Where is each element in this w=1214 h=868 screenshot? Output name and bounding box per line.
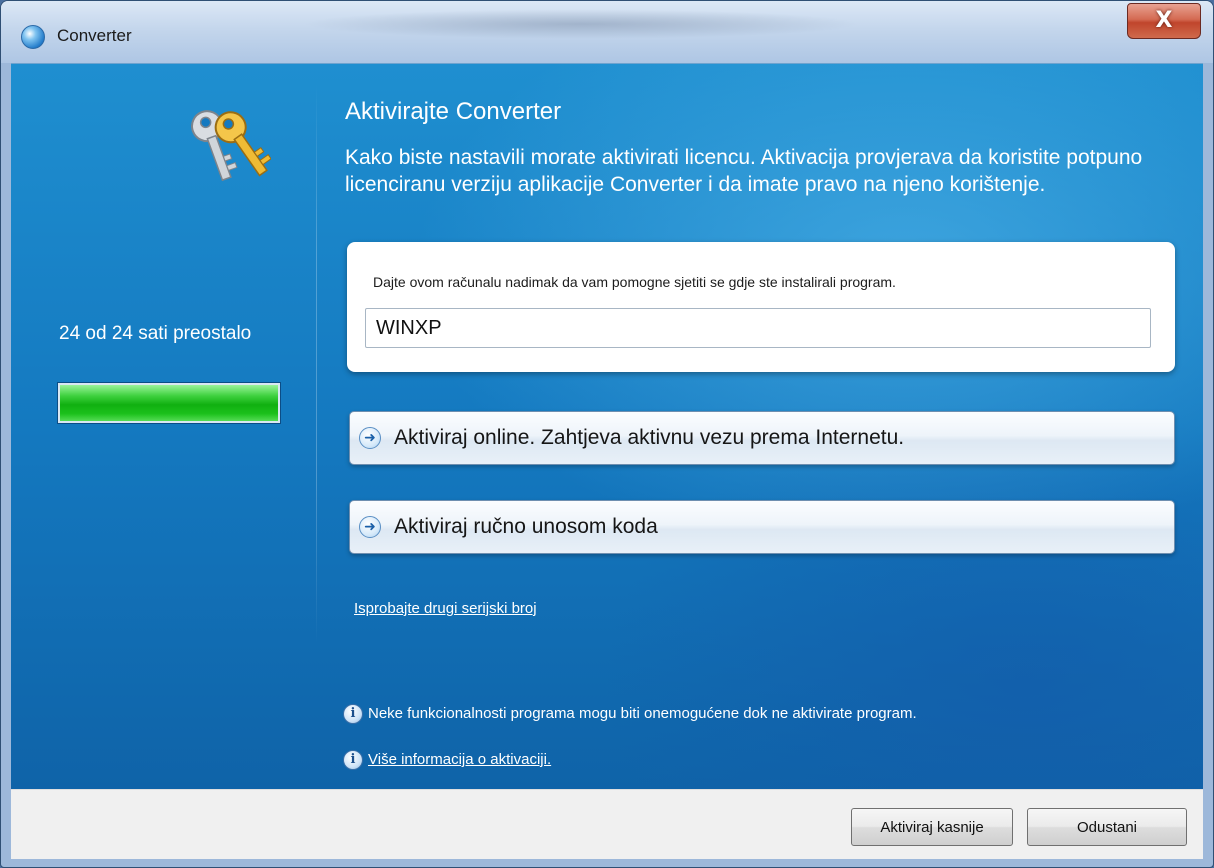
activate-manual-button[interactable]: ➜ Aktiviraj ručno unosom koda [349, 500, 1175, 554]
progress-fill [60, 385, 278, 421]
activate-manual-label: Aktiviraj ručno unosom koda [394, 515, 658, 538]
window-title: Converter [57, 26, 132, 45]
sidebar-divider [316, 84, 317, 644]
nickname-label: Dajte ovom računalu nadimak da vam pomog… [373, 274, 896, 290]
activation-panel: 24 od 24 sati preostalo Aktivirajte Conv… [11, 63, 1203, 789]
close-button[interactable]: X [1127, 3, 1201, 39]
keys-icon [191, 110, 271, 182]
more-info-link[interactable]: Više informacija o aktivaciji. [368, 751, 551, 768]
more-info-row: i Više informacija o aktivaciji. [343, 750, 551, 770]
arrow-right-icon: ➜ [359, 427, 381, 449]
nickname-card: Dajte ovom računalu nadimak da vam pomog… [347, 242, 1175, 372]
activate-later-button[interactable]: Aktiviraj kasnije [851, 808, 1013, 846]
nickname-input[interactable] [365, 308, 1151, 348]
activation-description: Kako biste nastavili morate aktivirati l… [345, 146, 1143, 196]
try-other-serial-link[interactable]: Isprobajte drugi serijski broj [354, 600, 537, 617]
activate-online-button[interactable]: ➜ Aktiviraj online. Zahtjeva aktivnu vez… [349, 411, 1175, 465]
time-remaining-progress-bar [57, 382, 281, 424]
activation-window: Converter X 24 od 24 sati preostalo Akti… [0, 0, 1214, 868]
cancel-button[interactable]: Odustani [1027, 808, 1187, 846]
info-notice: i Neke funkcionalnosti programa mogu biti… [343, 704, 917, 724]
dialog-footer: Aktiviraj kasnije Odustani [11, 789, 1203, 859]
activate-online-label: Aktiviraj online. Zahtjeva aktivnu vezu … [394, 426, 905, 449]
title-bar[interactable]: Converter X [1, 1, 1213, 63]
info-icon: i [343, 704, 363, 724]
app-globe-icon [21, 25, 45, 49]
arrow-right-icon: ➜ [359, 516, 381, 538]
hours-remaining-text: 24 od 24 sati preostalo [59, 323, 252, 344]
info-icon: i [343, 750, 363, 770]
title-bar-reflection [301, 9, 861, 39]
page-title: Aktivirajte Converter [345, 98, 562, 125]
info-notice-text: Neke funkcionalnosti programa mogu biti … [368, 704, 917, 722]
